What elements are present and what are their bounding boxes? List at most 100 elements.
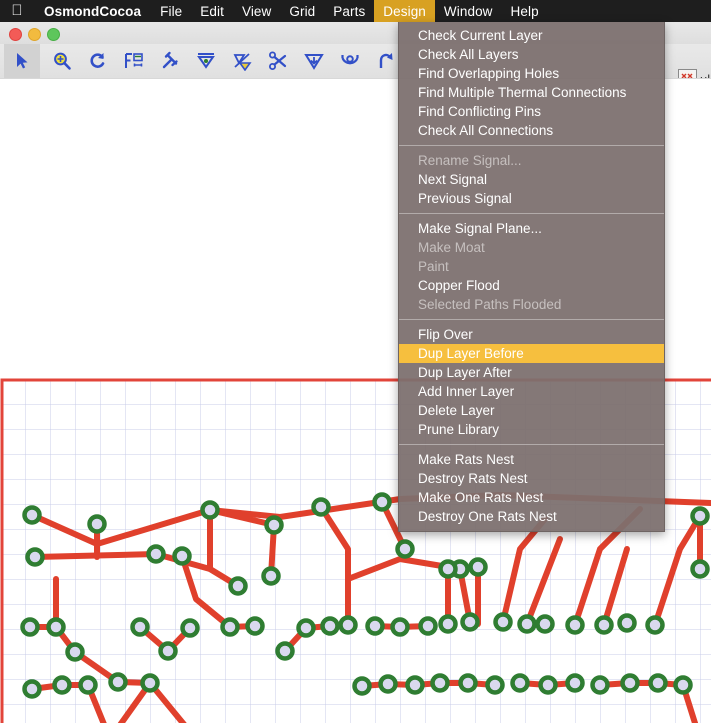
pcb-pad[interactable] xyxy=(568,676,583,691)
pcb-pad[interactable] xyxy=(648,618,663,633)
pcb-pad[interactable] xyxy=(393,620,408,635)
pcb-pad[interactable] xyxy=(203,503,218,518)
pcb-pad[interactable] xyxy=(90,517,105,532)
pcb-pad[interactable] xyxy=(278,644,293,659)
pcb-pad[interactable] xyxy=(49,620,64,635)
pcb-pad[interactable] xyxy=(55,678,70,693)
pcb-pad[interactable] xyxy=(25,508,40,523)
minimize-button[interactable] xyxy=(28,28,41,41)
pcb-pad[interactable] xyxy=(175,549,190,564)
pcb-pad[interactable] xyxy=(597,618,612,633)
menu-item-copper-flood[interactable]: Copper Flood xyxy=(399,276,664,295)
menu-item-check-all-layers[interactable]: Check All Layers xyxy=(399,45,664,64)
pcb-pad[interactable] xyxy=(461,676,476,691)
menubar-item-edit[interactable]: Edit xyxy=(191,0,233,22)
pcb-pad[interactable] xyxy=(463,615,478,630)
pcb-pad[interactable] xyxy=(323,619,338,634)
zoom-button[interactable] xyxy=(47,28,60,41)
pcb-pad[interactable] xyxy=(161,644,176,659)
flip-tool[interactable] xyxy=(224,44,260,78)
pcb-pad[interactable] xyxy=(433,676,448,691)
pcb-pad[interactable] xyxy=(441,562,456,577)
menu-item-find-conflicting-pins[interactable]: Find Conflicting Pins xyxy=(399,102,664,121)
pcb-pad[interactable] xyxy=(593,678,608,693)
pcb-pad[interactable] xyxy=(68,645,83,660)
pcb-pad[interactable] xyxy=(471,560,486,575)
menubar-item-file[interactable]: File xyxy=(151,0,191,22)
pcb-pad[interactable] xyxy=(368,619,383,634)
pcb-pad[interactable] xyxy=(133,620,148,635)
menu-item-previous-signal[interactable]: Previous Signal xyxy=(399,189,664,208)
menubar-app-title[interactable]: OsmondCocoa xyxy=(34,0,151,22)
menu-item-add-inner-layer[interactable]: Add Inner Layer xyxy=(399,382,664,401)
scissors-tool[interactable] xyxy=(260,44,296,78)
pcb-pad[interactable] xyxy=(23,620,38,635)
menu-item-make-signal-plane[interactable]: Make Signal Plane... xyxy=(399,219,664,238)
pcb-pad[interactable] xyxy=(111,675,126,690)
pcb-pad[interactable] xyxy=(223,620,238,635)
via-tool[interactable] xyxy=(332,44,368,78)
pcb-pad[interactable] xyxy=(183,621,198,636)
menubar-item-parts[interactable]: Parts xyxy=(324,0,374,22)
pcb-pad[interactable] xyxy=(408,678,423,693)
apple-logo-icon[interactable]:  xyxy=(0,0,34,23)
menubar-item-design[interactable]: Design xyxy=(374,0,435,22)
pcb-pad[interactable] xyxy=(620,616,635,631)
menubar-item-help[interactable]: Help xyxy=(502,0,548,22)
pcb-pad[interactable] xyxy=(81,678,96,693)
pin-tool[interactable] xyxy=(152,44,188,78)
pcb-pad[interactable] xyxy=(28,550,43,565)
pcb-pad[interactable] xyxy=(398,542,413,557)
menu-item-check-all-connections[interactable]: Check All Connections xyxy=(399,121,664,140)
pcb-pad[interactable] xyxy=(520,617,535,632)
pcb-pad[interactable] xyxy=(568,618,583,633)
menu-item-next-signal[interactable]: Next Signal xyxy=(399,170,664,189)
pcb-pad[interactable] xyxy=(231,579,246,594)
menu-item-make-one-rats-nest[interactable]: Make One Rats Nest xyxy=(399,488,664,507)
pcb-pad[interactable] xyxy=(421,619,436,634)
menubar-item-view[interactable]: View xyxy=(233,0,280,22)
pcb-pad[interactable] xyxy=(693,509,708,524)
pcb-pad[interactable] xyxy=(341,618,356,633)
select-arrow-tool[interactable] xyxy=(4,44,40,78)
menu-item-delete-layer[interactable]: Delete Layer xyxy=(399,401,664,420)
design-menu-dropdown[interactable]: Check Current LayerCheck All LayersFind … xyxy=(398,22,665,532)
pcb-pad[interactable] xyxy=(264,569,279,584)
pcb-pad[interactable] xyxy=(149,547,164,562)
pcb-pad[interactable] xyxy=(299,621,314,636)
pcb-trace[interactable] xyxy=(600,683,683,685)
pcb-pad[interactable] xyxy=(381,677,396,692)
pcb-pad[interactable] xyxy=(314,500,329,515)
menu-item-check-current-layer[interactable]: Check Current Layer xyxy=(399,26,664,45)
pcb-pad[interactable] xyxy=(441,617,456,632)
rotate-tool[interactable] xyxy=(80,44,116,78)
pcb-pad[interactable] xyxy=(496,615,511,630)
menu-item-prune-library[interactable]: Prune Library xyxy=(399,420,664,439)
menu-item-make-rats-nest[interactable]: Make Rats Nest xyxy=(399,450,664,469)
menu-item-find-multiple-thermal-connections[interactable]: Find Multiple Thermal Connections xyxy=(399,83,664,102)
menu-item-flip-over[interactable]: Flip Over xyxy=(399,325,664,344)
pcb-pad[interactable] xyxy=(538,617,553,632)
menu-item-find-overlapping-holes[interactable]: Find Overlapping Holes xyxy=(399,64,664,83)
funnel-tool[interactable] xyxy=(188,44,224,78)
pcb-pad[interactable] xyxy=(375,495,390,510)
pcb-pad[interactable] xyxy=(513,676,528,691)
dimension-tool[interactable] xyxy=(116,44,152,78)
menu-item-destroy-one-rats-nest[interactable]: Destroy One Rats Nest xyxy=(399,507,664,526)
pcb-pad[interactable] xyxy=(25,682,40,697)
pcb-pad[interactable] xyxy=(541,678,556,693)
pcb-pad[interactable] xyxy=(651,676,666,691)
pcb-pad[interactable] xyxy=(355,679,370,694)
menu-item-dup-layer-before[interactable]: Dup Layer Before xyxy=(399,344,664,363)
pcb-pad[interactable] xyxy=(267,518,282,533)
zoom-tool[interactable] xyxy=(44,44,80,78)
pcb-pad[interactable] xyxy=(488,678,503,693)
menu-item-destroy-rats-nest[interactable]: Destroy Rats Nest xyxy=(399,469,664,488)
pcb-pad[interactable] xyxy=(143,676,158,691)
pcb-pad[interactable] xyxy=(623,676,638,691)
pcb-pad[interactable] xyxy=(693,562,708,577)
menu-item-dup-layer-after[interactable]: Dup Layer After xyxy=(399,363,664,382)
close-button[interactable] xyxy=(9,28,22,41)
menubar-item-window[interactable]: Window xyxy=(435,0,502,22)
pcb-pad[interactable] xyxy=(248,619,263,634)
